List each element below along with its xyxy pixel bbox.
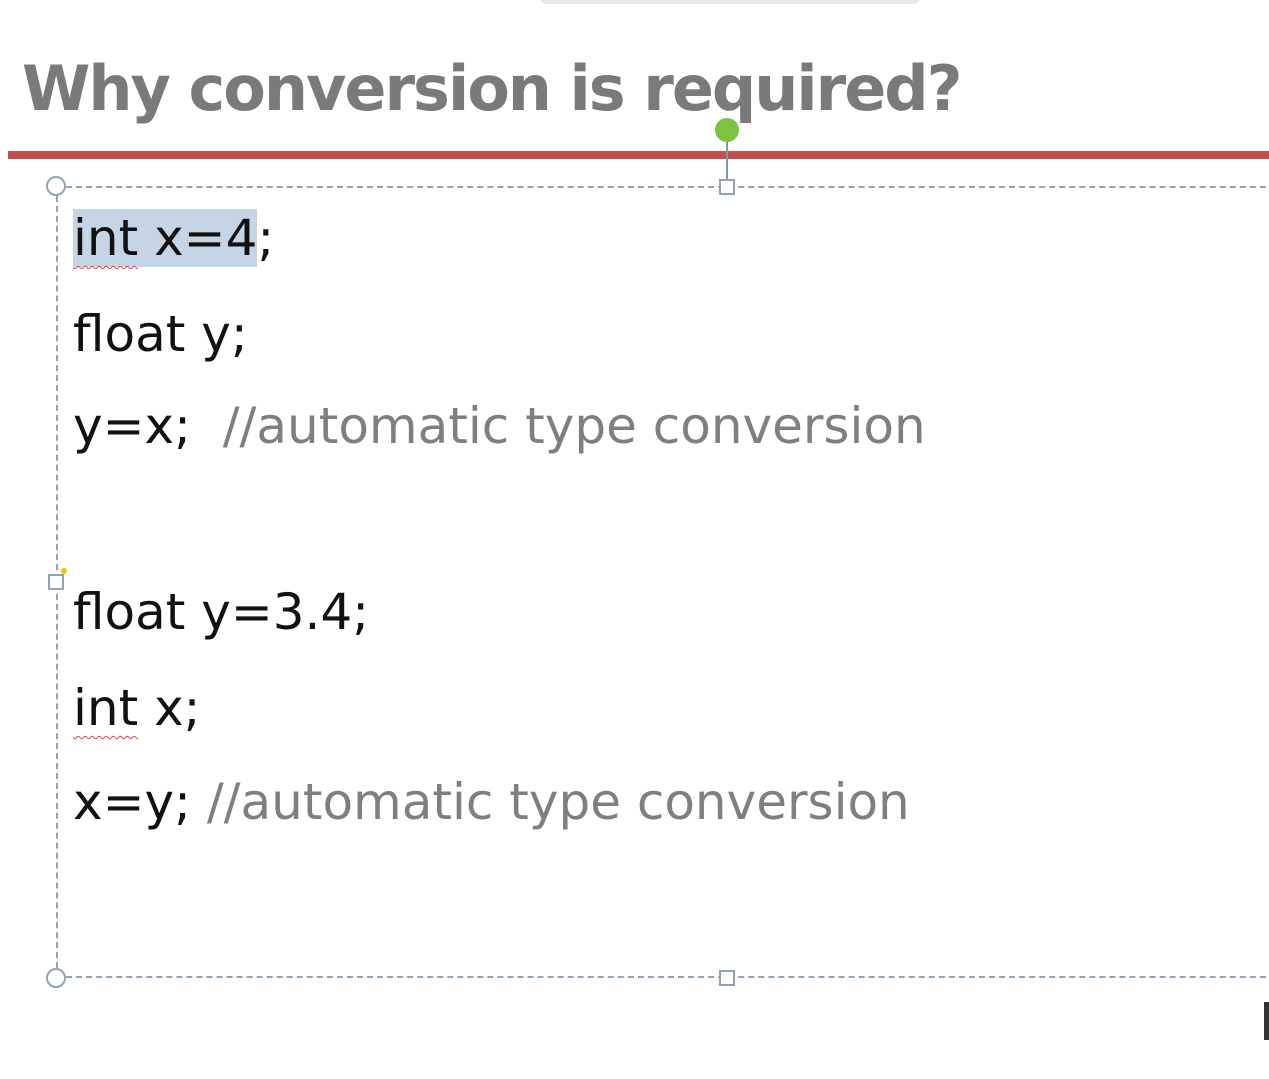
spellcheck-word-int: int [73, 209, 139, 267]
selected-text-highlight[interactable]: int x=4 [73, 209, 258, 267]
adjustment-dot [61, 568, 67, 574]
resize-handle-top-left[interactable] [46, 176, 66, 196]
code-line-6[interactable]: x=y; //automatic type conversion [73, 772, 910, 832]
spellcheck-word-int: int [73, 679, 139, 737]
code-line-4[interactable]: float y=3.4; [73, 582, 369, 642]
code-comment: //automatic type conversion [190, 773, 910, 831]
title-divider-line [8, 151, 1269, 159]
rotate-handle-icon[interactable] [715, 118, 739, 142]
code-text: ; [257, 209, 275, 267]
slide: Why conversion is required? int x=4; flo… [0, 0, 1269, 1079]
code-text: x; [138, 679, 201, 737]
resize-handle-bottom[interactable] [719, 970, 735, 986]
code-line-1[interactable]: int x=4; [73, 208, 274, 268]
code-text: y=x; [73, 397, 191, 455]
resize-handle-left[interactable] [48, 574, 64, 590]
edge-cursor-mark [1264, 1002, 1269, 1040]
resize-handle-bottom-left[interactable] [46, 968, 66, 988]
code-text: x=y; [73, 773, 191, 831]
code-comment: //automatic type conversion [190, 397, 926, 455]
slide-title[interactable]: Why conversion is required? [22, 52, 963, 125]
code-line-5[interactable]: int x; [73, 678, 201, 738]
selected-code-text: x=4 [138, 209, 258, 267]
code-line-2[interactable]: float y; [73, 304, 248, 364]
slide-top-shadow [540, 0, 920, 4]
resize-handle-top[interactable] [719, 179, 735, 195]
code-line-3[interactable]: y=x; //automatic type conversion [73, 396, 926, 456]
